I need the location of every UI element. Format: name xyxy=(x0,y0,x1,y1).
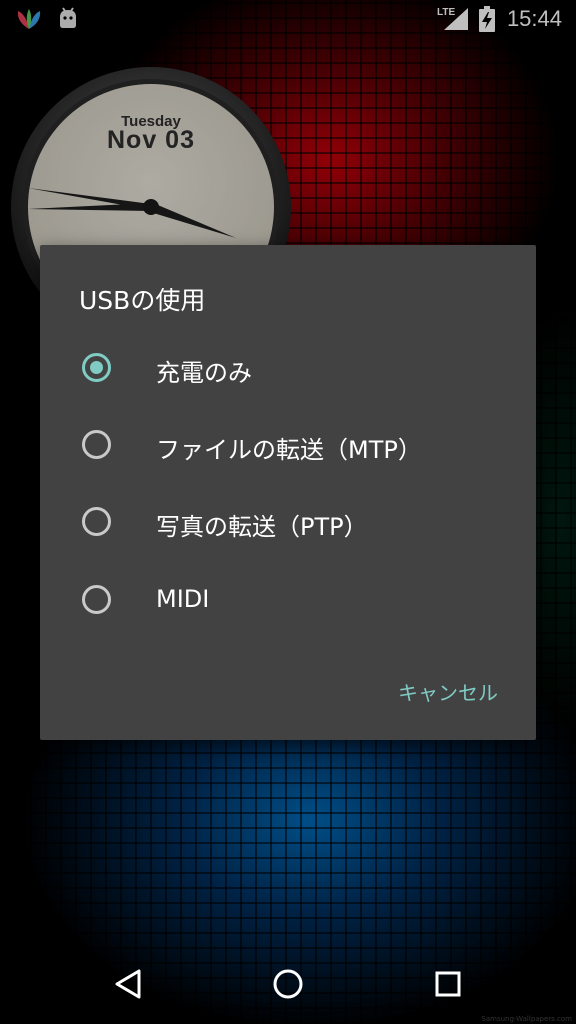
cancel-button[interactable]: キャンセル xyxy=(388,673,508,710)
radio-button[interactable] xyxy=(82,585,111,614)
option-label: ファイルの転送（MTP） xyxy=(156,436,422,464)
option-label: 充電のみ xyxy=(156,359,252,387)
option-label: MIDI xyxy=(156,585,210,613)
option-file-transfer-mtp[interactable]: ファイルの転送（MTP） xyxy=(40,413,536,479)
wallpaper-watermark: Samsung-Wallpapers.com xyxy=(481,1015,572,1023)
home-icon[interactable] xyxy=(268,964,308,1004)
dialog-title: USBの使用 xyxy=(79,286,206,315)
radio-dot-icon xyxy=(90,361,103,374)
usb-mode-dialog: USBの使用 充電のみ ファイルの転送（MTP） 写真の転送（PTP） MIDI… xyxy=(40,245,536,740)
radio-button[interactable] xyxy=(82,430,111,459)
option-midi[interactable]: MIDI xyxy=(40,568,536,634)
phone-screen: Tuesday Nov 03 LTE 15:44 USBの使用 充電のみ ファイ… xyxy=(0,0,576,1024)
radio-button[interactable] xyxy=(82,507,111,536)
radio-button-selected[interactable] xyxy=(82,353,111,382)
navigation-bar xyxy=(0,944,576,1024)
recents-icon[interactable] xyxy=(428,964,468,1004)
back-icon[interactable] xyxy=(108,964,148,1004)
option-photo-transfer-ptp[interactable]: 写真の転送（PTP） xyxy=(40,490,536,556)
option-charge-only[interactable]: 充電のみ xyxy=(40,336,536,402)
option-label: 写真の転送（PTP） xyxy=(156,513,368,541)
